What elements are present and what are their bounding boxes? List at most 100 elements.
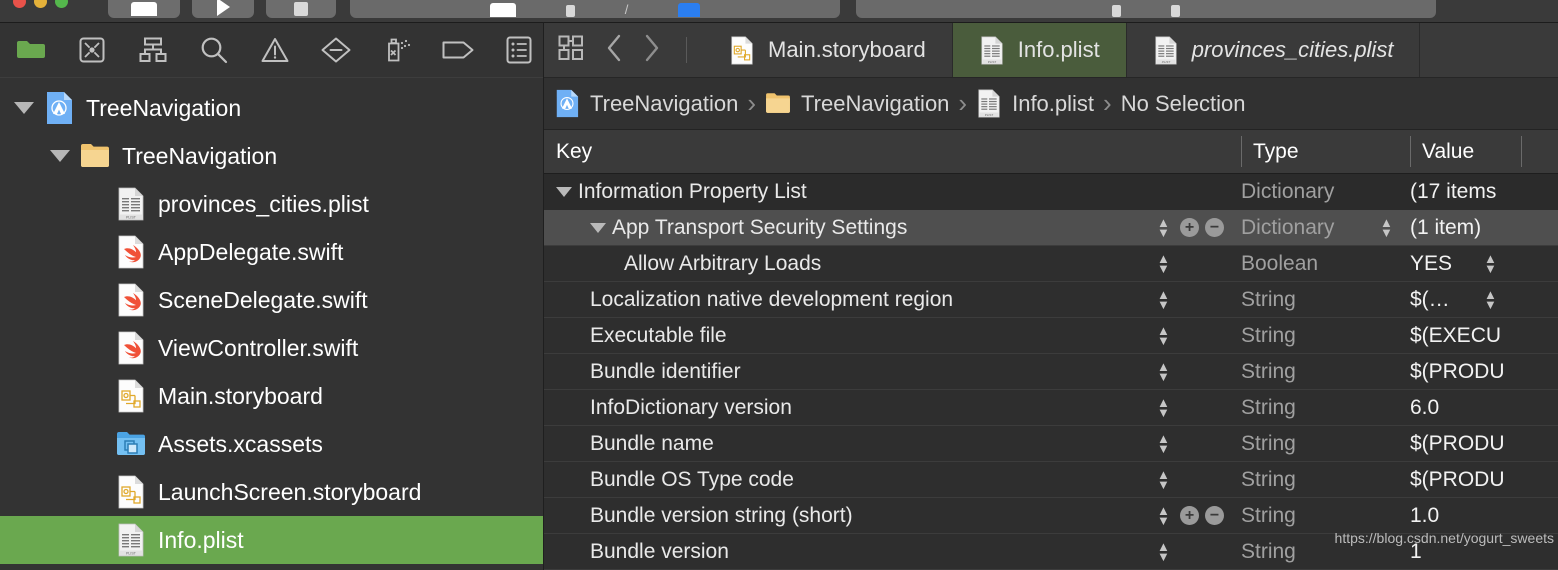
cell-value[interactable]: (1 item) xyxy=(1410,216,1481,240)
cell-key[interactable]: Bundle OS Type code xyxy=(590,468,794,492)
debug-spray-icon[interactable] xyxy=(380,35,414,65)
key-stepper[interactable]: ▲ ▼ xyxy=(1157,288,1170,311)
navigator-item-assets-xcassets[interactable]: Assets.xcassets xyxy=(0,420,543,468)
folder-icon[interactable] xyxy=(14,35,48,65)
cell-key[interactable]: Bundle name xyxy=(590,432,714,456)
tab-main-storyboard[interactable]: Main.storyboard xyxy=(703,23,953,77)
key-stepper[interactable]: ▲ ▼ xyxy=(1157,324,1170,347)
remove-row-button[interactable]: − xyxy=(1205,218,1224,237)
breakpoint-tag-icon[interactable] xyxy=(441,35,475,65)
table-row[interactable]: Information Property List Dictionary (17 i… xyxy=(544,174,1558,210)
activity-view[interactable] xyxy=(856,0,1436,18)
breadcrumb-item-info-plist[interactable]: PLIST Info.plist xyxy=(976,89,1094,118)
cell-value[interactable]: $(… xyxy=(1410,288,1450,312)
navigator-item-viewcontroller-swift[interactable]: ViewController.swift xyxy=(0,324,543,372)
remove-row-button[interactable]: − xyxy=(1205,506,1224,525)
add-row-button[interactable]: + xyxy=(1180,506,1199,525)
navigator-item-provinces-cities-plist[interactable]: PLIST provinces_cities.plist xyxy=(0,180,543,228)
cell-key[interactable]: App Transport Security Settings xyxy=(590,216,907,240)
column-header-key[interactable]: Key xyxy=(544,140,1241,164)
key-stepper[interactable]: ▲ ▼ xyxy=(1157,216,1170,239)
cell-value[interactable]: YES xyxy=(1410,252,1452,276)
cell-value[interactable]: 6.0 xyxy=(1410,396,1439,420)
disclosure-triangle-icon[interactable] xyxy=(14,102,34,114)
cell-type[interactable]: String xyxy=(1241,540,1296,564)
report-list-icon[interactable] xyxy=(502,35,536,65)
cell-type[interactable]: String xyxy=(1241,432,1296,456)
table-row[interactable]: Allow Arbitrary Loads ▲ ▼ Boolean YES ▲ ▼ xyxy=(544,246,1558,282)
disclosure-triangle-icon[interactable] xyxy=(50,150,70,162)
forward-chevron-icon[interactable] xyxy=(644,34,660,67)
column-divider-end[interactable] xyxy=(1521,136,1522,167)
scheme-selector[interactable]: / xyxy=(350,0,840,18)
cell-key[interactable]: Bundle version string (short) xyxy=(590,504,853,528)
column-divider-type[interactable] xyxy=(1241,136,1242,167)
key-stepper[interactable]: ▲ ▼ xyxy=(1157,396,1170,419)
table-row[interactable]: Bundle identifier ▲ ▼ String $(PRODU xyxy=(544,354,1558,390)
value-stepper[interactable]: ▲ ▼ xyxy=(1484,288,1497,311)
cell-type[interactable]: String xyxy=(1241,504,1296,528)
table-row[interactable]: Bundle OS Type code ▲ ▼ String $(PRODU xyxy=(544,462,1558,498)
table-row[interactable]: Bundle version string (short) ▲ ▼ + − String 1… xyxy=(544,498,1558,534)
editor-options-icon[interactable] xyxy=(558,35,584,66)
cell-key[interactable]: Information Property List xyxy=(556,180,807,204)
zoom-window-button[interactable] xyxy=(55,0,68,8)
issue-warning-icon[interactable] xyxy=(258,35,292,65)
value-stepper[interactable]: ▲ ▼ xyxy=(1484,252,1497,275)
key-stepper[interactable]: ▲ ▼ xyxy=(1157,360,1170,383)
column-divider-value[interactable] xyxy=(1410,136,1411,167)
test-diamond-icon[interactable] xyxy=(319,35,353,65)
stop-button[interactable] xyxy=(266,0,336,18)
breadcrumb-item-treenavigation[interactable]: TreeNavigation xyxy=(554,89,738,118)
column-header-type[interactable]: Type xyxy=(1241,140,1410,164)
column-header-value[interactable]: Value xyxy=(1410,140,1474,164)
navigator-item-launchscreen-storyboard[interactable]: LaunchScreen.storyboard xyxy=(0,468,543,516)
tab-provinces-cities-plist[interactable]: PLIST provinces_cities.plist xyxy=(1127,23,1421,77)
table-row[interactable]: InfoDictionary version ▲ ▼ String 6.0 xyxy=(544,390,1558,426)
cell-value[interactable]: 1.0 xyxy=(1410,504,1439,528)
type-stepper[interactable]: ▲ ▼ xyxy=(1380,216,1393,239)
table-row[interactable]: Bundle name ▲ ▼ String $(PRODU xyxy=(544,426,1558,462)
navigator-item-main-storyboard[interactable]: Main.storyboard xyxy=(0,372,543,420)
cell-value[interactable]: $(PRODU xyxy=(1410,432,1505,456)
cell-type[interactable]: String xyxy=(1241,396,1296,420)
add-row-button[interactable]: + xyxy=(1180,218,1199,237)
cell-key[interactable]: Bundle version xyxy=(590,540,729,564)
close-window-button[interactable] xyxy=(13,0,26,8)
cell-type[interactable]: String xyxy=(1241,324,1296,348)
run-button[interactable] xyxy=(192,0,254,18)
navigator-item-info-plist[interactable]: PLIST Info.plist xyxy=(0,516,543,564)
toggle-navigator-button[interactable] xyxy=(108,0,180,18)
source-control-icon[interactable] xyxy=(75,35,109,65)
cell-type[interactable]: Dictionary xyxy=(1241,216,1334,240)
search-icon[interactable] xyxy=(197,35,231,65)
cell-type[interactable]: Dictionary xyxy=(1241,180,1334,204)
back-chevron-icon[interactable] xyxy=(606,34,622,67)
cell-type[interactable]: String xyxy=(1241,288,1296,312)
key-stepper[interactable]: ▲ ▼ xyxy=(1157,504,1170,527)
cell-key[interactable]: Executable file xyxy=(590,324,727,348)
table-row[interactable]: Localization native development region ▲ ▼… xyxy=(544,282,1558,318)
minimize-window-button[interactable] xyxy=(34,0,47,8)
cell-value[interactable]: (17 items xyxy=(1410,180,1496,204)
cell-type[interactable]: Boolean xyxy=(1241,252,1318,276)
key-stepper[interactable]: ▲ ▼ xyxy=(1157,432,1170,455)
tab-info-plist[interactable]: PLIST Info.plist xyxy=(952,23,1127,77)
key-stepper[interactable]: ▲ ▼ xyxy=(1157,540,1170,563)
cell-key[interactable]: Bundle identifier xyxy=(590,360,741,384)
cell-key[interactable]: InfoDictionary version xyxy=(590,396,792,420)
navigator-item-appdelegate-swift[interactable]: AppDelegate.swift xyxy=(0,228,543,276)
table-row[interactable]: Executable file ▲ ▼ String $(EXECU xyxy=(544,318,1558,354)
breadcrumb-item-no-selection[interactable]: No Selection xyxy=(1121,91,1246,117)
symbol-hierarchy-icon[interactable] xyxy=(136,35,170,65)
cell-key[interactable]: Localization native development region xyxy=(590,288,953,312)
key-stepper[interactable]: ▲ ▼ xyxy=(1157,252,1170,275)
cell-value[interactable]: $(EXECU xyxy=(1410,324,1501,348)
cell-key[interactable]: Allow Arbitrary Loads xyxy=(624,252,821,276)
navigator-item-treenavigation[interactable]: TreeNavigation xyxy=(0,132,543,180)
disclosure-triangle-icon[interactable] xyxy=(556,187,572,197)
navigator-item-scenedelegate-swift[interactable]: SceneDelegate.swift xyxy=(0,276,543,324)
cell-type[interactable]: String xyxy=(1241,360,1296,384)
cell-type[interactable]: String xyxy=(1241,468,1296,492)
cell-value[interactable]: $(PRODU xyxy=(1410,468,1505,492)
